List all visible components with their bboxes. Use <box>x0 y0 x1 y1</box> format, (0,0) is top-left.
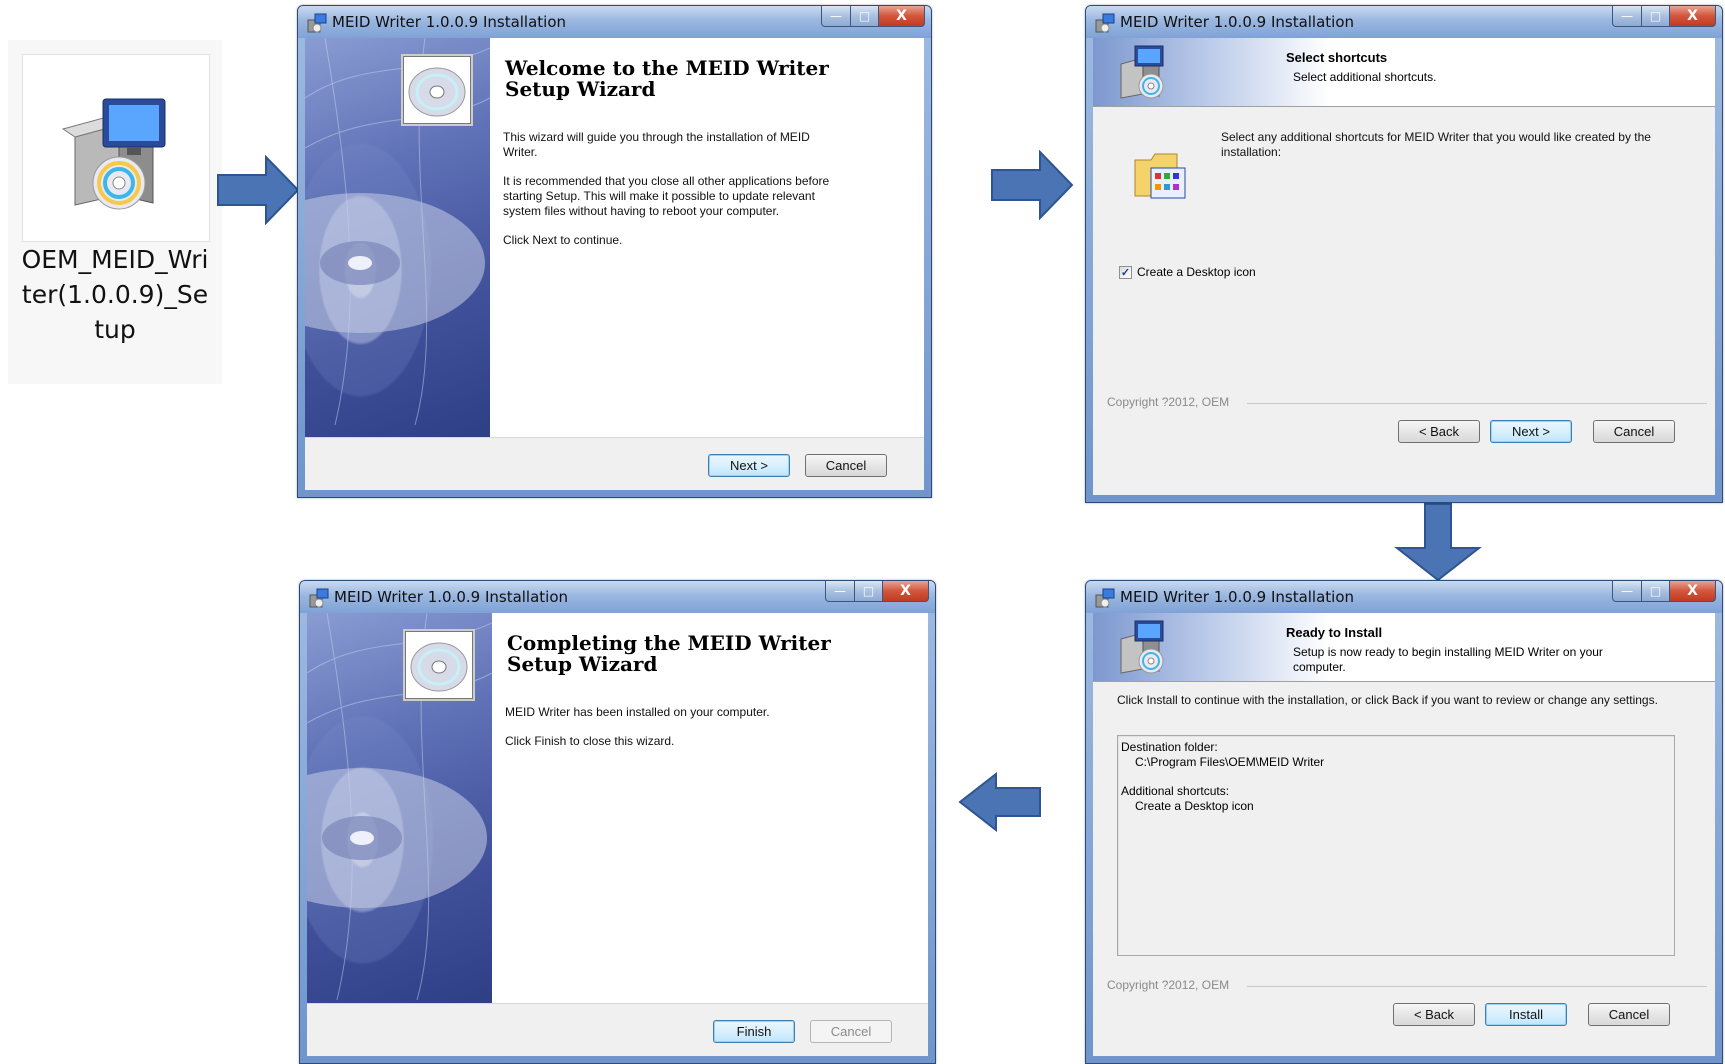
wizard-header: Select shortcuts Select additional short… <box>1093 38 1715 107</box>
window-title: MEID Writer 1.0.0.9 Installation <box>1120 13 1355 31</box>
cancel-button[interactable]: Cancel <box>1593 420 1675 443</box>
close-button[interactable]: X <box>1670 6 1716 27</box>
copyright-text: Copyright ?2012, OEM <box>1107 978 1230 992</box>
separator-line <box>1247 986 1707 987</box>
welcome-text-continue: Click Next to continue. <box>503 233 623 247</box>
arrow-right-icon <box>217 155 300 225</box>
close-button[interactable]: X <box>879 6 925 27</box>
next-button[interactable]: Next > <box>708 454 790 477</box>
desktop-icon-checkbox[interactable]: ✓ <box>1119 265 1132 279</box>
installer-package-icon <box>1120 45 1164 99</box>
installer-app-icon <box>307 13 327 33</box>
back-button[interactable]: < Back <box>1393 1003 1475 1026</box>
title-bar[interactable]: MEID Writer 1.0.0.9 Installation — □ X <box>298 6 931 38</box>
separator-line <box>1247 403 1707 404</box>
welcome-text-recommend: It is recommended that you close all oth… <box>503 174 830 218</box>
maximize-button[interactable]: □ <box>1642 6 1670 27</box>
title-bar[interactable]: MEID Writer 1.0.0.9 Installation — □ X <box>1086 6 1722 38</box>
next-button[interactable]: Next > <box>1490 420 1572 443</box>
cd-disc-icon <box>405 631 473 699</box>
copyright-text: Copyright ?2012, OEM <box>1107 395 1230 409</box>
installer-app-icon <box>309 588 329 608</box>
shortcuts-window: MEID Writer 1.0.0.9 Installation — □ X S… <box>1085 5 1723 503</box>
page-title: Ready to Install <box>1286 625 1383 640</box>
shortcuts-description: Select any additional shortcuts for MEID… <box>1221 130 1651 159</box>
maximize-button[interactable]: □ <box>855 581 883 602</box>
window-title: MEID Writer 1.0.0.9 Installation <box>332 13 567 31</box>
page-subtitle: Setup is now ready to begin installing M… <box>1293 645 1603 674</box>
installer-package-icon <box>22 54 210 242</box>
welcome-window: MEID Writer 1.0.0.9 Installation — □ X W… <box>297 5 932 498</box>
complete-text-installed: MEID Writer has been installed on your c… <box>505 705 770 719</box>
ready-window: MEID Writer 1.0.0.9 Installation — □ X R… <box>1085 580 1723 1064</box>
complete-text-finish: Click Finish to close this wizard. <box>505 734 675 748</box>
destination-folder-label: Destination folder: <box>1121 740 1218 754</box>
title-bar[interactable]: MEID Writer 1.0.0.9 Installation — □ X <box>1086 581 1722 613</box>
complete-window: MEID Writer 1.0.0.9 Installation — □ X C… <box>299 580 936 1064</box>
close-button[interactable]: X <box>883 581 929 602</box>
setup-file-icon[interactable]: OEM_MEID_Writer(1.0.0.9)_Setup <box>8 40 222 384</box>
title-bar[interactable]: MEID Writer 1.0.0.9 Installation — □ X <box>300 581 935 613</box>
arrow-left-icon <box>958 772 1041 832</box>
finish-button[interactable]: Finish <box>713 1020 795 1043</box>
destination-folder-value: C:\Program Files\OEM\MEID Writer <box>1135 755 1325 769</box>
window-title: MEID Writer 1.0.0.9 Installation <box>334 588 569 606</box>
page-subtitle: Select additional shortcuts. <box>1293 70 1437 84</box>
button-bar: Finish Cancel <box>307 1003 928 1056</box>
install-button[interactable]: Install <box>1485 1003 1567 1026</box>
welcome-text-intro: This wizard will guide you through the i… <box>503 130 810 159</box>
additional-shortcuts-value: Create a Desktop icon <box>1135 799 1254 813</box>
minimize-button[interactable]: — <box>1612 581 1642 602</box>
additional-shortcuts-label: Additional shortcuts: <box>1121 784 1230 798</box>
minimize-button[interactable]: — <box>1612 6 1642 27</box>
shortcuts-folder-icon <box>1134 153 1186 199</box>
maximize-button[interactable]: □ <box>1642 581 1670 602</box>
wizard-heading: Welcome to the MEID Writer Setup Wizard <box>505 56 829 101</box>
wizard-header: Ready to Install Setup is now ready to b… <box>1093 613 1715 682</box>
checkbox-label: Create a Desktop icon <box>1137 265 1256 279</box>
installer-package-icon <box>1120 620 1164 674</box>
minimize-button[interactable]: — <box>825 581 855 602</box>
cd-disc-icon <box>403 56 471 124</box>
minimize-button[interactable]: — <box>821 6 851 27</box>
cancel-button[interactable]: Cancel <box>805 454 887 477</box>
installer-app-icon <box>1095 588 1115 608</box>
page-title: Select shortcuts <box>1286 50 1388 65</box>
setup-file-name: OEM_MEID_Writer(1.0.0.9)_Setup <box>21 245 209 344</box>
installer-app-icon <box>1095 13 1115 33</box>
button-bar: Next > Cancel <box>305 437 924 490</box>
wizard-heading: Completing the MEID Writer Setup Wizard <box>507 631 831 676</box>
arrow-down-icon <box>1394 503 1482 582</box>
window-title: MEID Writer 1.0.0.9 Installation <box>1120 588 1355 606</box>
cancel-button[interactable]: Cancel <box>1588 1003 1670 1026</box>
install-summary-box[interactable]: Destination folder: C:\Program Files\OEM… <box>1117 735 1675 956</box>
desktop-icon-option[interactable]: ✓ Create a Desktop icon <box>1119 265 1256 279</box>
back-button[interactable]: < Back <box>1398 420 1480 443</box>
close-button[interactable]: X <box>1670 581 1716 602</box>
ready-description: Click Install to continue with the insta… <box>1117 693 1658 707</box>
maximize-button[interactable]: □ <box>851 6 879 27</box>
cancel-button: Cancel <box>810 1020 892 1043</box>
arrow-right-icon <box>991 150 1074 220</box>
